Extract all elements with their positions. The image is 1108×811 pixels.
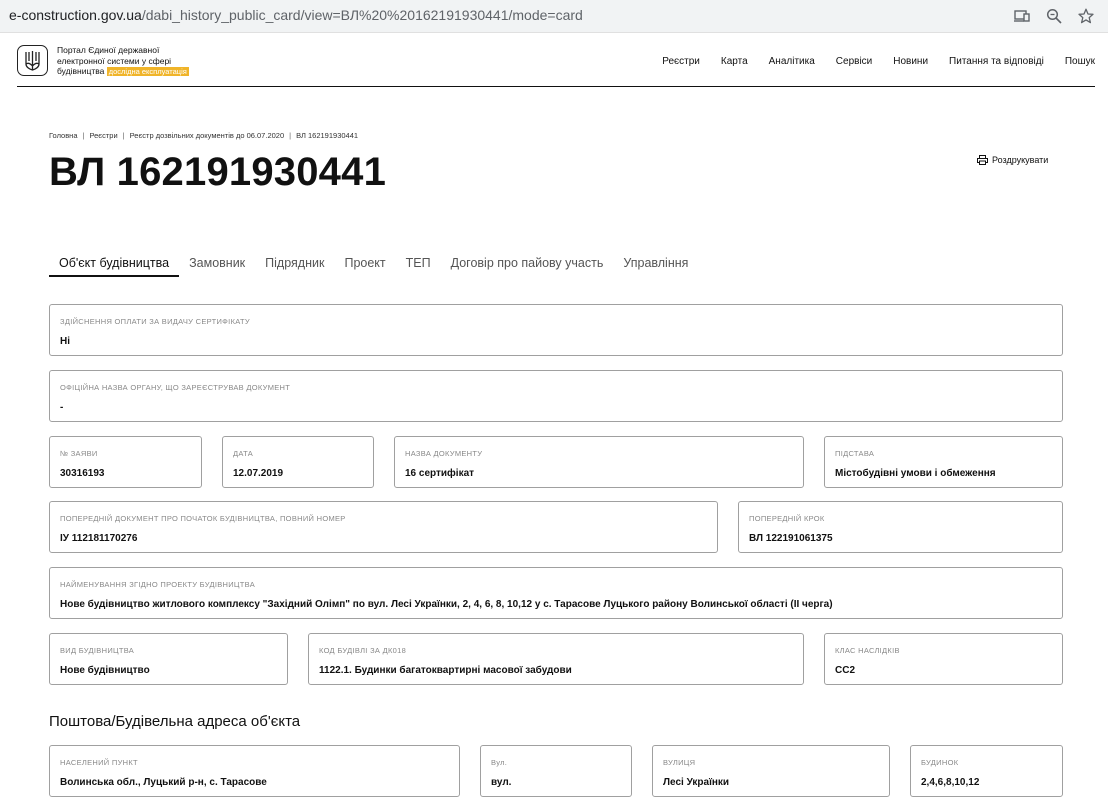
field-street: Вулиця Лесі Українки bbox=[652, 745, 890, 797]
field-label: Вид будівництва bbox=[60, 646, 135, 655]
print-label: Роздрукувати bbox=[992, 155, 1049, 165]
field-value: Ні bbox=[60, 336, 70, 347]
breadcrumb-registry[interactable]: Реєстр дозвільних документів до 06.07.20… bbox=[130, 131, 285, 140]
field-building-code: Код будівлі за ДК018 1122.1. Будинки баг… bbox=[308, 633, 804, 685]
breadcrumb-separator: | bbox=[122, 131, 125, 140]
tab-project[interactable]: Проект bbox=[334, 251, 395, 277]
field-basis: Підстава Містобудівні умови і обмеження bbox=[824, 436, 1063, 488]
field-authority: Офіційна назва органу, що зареєстрував д… bbox=[49, 370, 1063, 422]
browser-address-bar[interactable]: e-construction.gov.ua/dabi_history_publi… bbox=[0, 0, 1108, 33]
nav-news[interactable]: Новини bbox=[893, 56, 928, 67]
field-label: Дата bbox=[233, 449, 254, 458]
field-street-type: Вул. вул. bbox=[480, 745, 632, 797]
install-app-icon[interactable] bbox=[1014, 8, 1030, 24]
tab-tep[interactable]: ТЕП bbox=[396, 251, 441, 277]
nav-services[interactable]: Сервіси bbox=[836, 56, 872, 67]
field-construction-type: Вид будівництва Нове будівництво bbox=[49, 633, 288, 685]
print-button[interactable]: Роздрукувати bbox=[977, 155, 1048, 165]
url-host: e-construction.gov.ua bbox=[9, 7, 142, 23]
nav-map[interactable]: Карта bbox=[721, 56, 748, 67]
page-title: ВЛ 162191930441 bbox=[49, 150, 387, 194]
field-value: 30316193 bbox=[60, 468, 105, 479]
breadcrumb-current: ВЛ 162191930441 bbox=[296, 131, 359, 140]
printer-icon bbox=[977, 155, 988, 165]
nav-faq[interactable]: Питання та відповіді bbox=[949, 56, 1044, 67]
field-label: Офіційна назва органу, що зареєстрував д… bbox=[60, 383, 291, 392]
portal-name-line2: електронної системи у сфері bbox=[57, 55, 172, 66]
field-label: Попередній крок bbox=[749, 514, 825, 523]
beta-badge: дослідна експлуатація bbox=[106, 67, 189, 76]
portal-name[interactable]: Портал Єдиної державної електронної сист… bbox=[57, 45, 217, 78]
field-payment: Здійснення оплати за видачу сертифікату … bbox=[49, 304, 1063, 356]
bookmark-star-icon[interactable] bbox=[1078, 8, 1094, 24]
field-label: Вулиця bbox=[663, 758, 696, 767]
field-previous-document: Попередній документ про початок будівниц… bbox=[49, 501, 718, 553]
field-label: № заяви bbox=[60, 449, 98, 458]
field-label: Код будівлі за ДК018 bbox=[319, 646, 407, 655]
field-label: Попередній документ про початок будівниц… bbox=[60, 514, 346, 523]
field-document-name: Назва документу 16 сертифікат bbox=[394, 436, 804, 488]
tab-bar: Об'єкт будівництва Замовник Підрядник Пр… bbox=[49, 251, 698, 277]
breadcrumb-home[interactable]: Головна bbox=[49, 131, 78, 140]
field-label: Вул. bbox=[491, 758, 508, 767]
main-nav: Реєстри Карта Аналітика Сервіси Новини П… bbox=[641, 56, 1095, 67]
field-label: Здійснення оплати за видачу сертифікату bbox=[60, 317, 250, 326]
tab-customer[interactable]: Замовник bbox=[179, 251, 255, 277]
breadcrumb-separator: | bbox=[82, 131, 85, 140]
portal-name-line3: будівництва bbox=[57, 66, 105, 76]
nav-analytics[interactable]: Аналітика bbox=[769, 56, 815, 67]
coat-of-arms-logo[interactable] bbox=[17, 45, 48, 76]
field-label: Підстава bbox=[835, 449, 875, 458]
zoom-icon[interactable] bbox=[1046, 8, 1062, 24]
field-value: Волинська обл., Луцький р-н, с. Тарасове bbox=[60, 777, 267, 788]
field-value: вул. bbox=[491, 777, 512, 788]
trident-icon bbox=[25, 50, 40, 71]
portal-name-line1: Портал Єдиної державної bbox=[57, 45, 160, 55]
tab-contract[interactable]: Договір про пайову участь bbox=[441, 251, 614, 277]
breadcrumb-registries[interactable]: Реєстри bbox=[89, 131, 117, 140]
field-value: Нове будівництво bbox=[60, 665, 150, 676]
field-consequence-class: Клас наслідків СС2 bbox=[824, 633, 1063, 685]
field-application-number: № заяви 30316193 bbox=[49, 436, 202, 488]
address-section-heading: Поштова/Будівельна адреса об'єкта bbox=[49, 713, 301, 730]
field-value: - bbox=[60, 402, 64, 413]
field-value: 16 сертифікат bbox=[405, 468, 475, 479]
field-label: Будинок bbox=[921, 758, 959, 767]
field-date: Дата 12.07.2019 bbox=[222, 436, 374, 488]
field-label: Назва документу bbox=[405, 449, 483, 458]
field-previous-step: Попередній крок ВЛ 122191061375 bbox=[738, 501, 1063, 553]
field-label: Найменування згідно проекту будівництва bbox=[60, 580, 256, 589]
breadcrumb-separator: | bbox=[289, 131, 292, 140]
nav-search[interactable]: Пошук bbox=[1065, 56, 1095, 67]
url-text[interactable]: e-construction.gov.ua/dabi_history_publi… bbox=[9, 7, 583, 23]
site-header: Портал Єдиної державної електронної сист… bbox=[17, 43, 1095, 87]
field-building-number: Будинок 2,4,6,8,10,12 bbox=[910, 745, 1063, 797]
field-value: СС2 bbox=[835, 665, 856, 676]
field-label: Населений пункт bbox=[60, 758, 138, 767]
tab-contractor[interactable]: Підрядник bbox=[255, 251, 334, 277]
breadcrumb: Головна | Реєстри | Реєстр дозвільних докуме… bbox=[49, 131, 358, 140]
field-value: 12.07.2019 bbox=[233, 468, 284, 479]
field-settlement: Населений пункт Волинська обл., Луцький … bbox=[49, 745, 460, 797]
field-value: ВЛ 122191061375 bbox=[749, 533, 833, 544]
field-value: Лесі Українки bbox=[663, 777, 730, 788]
field-value: Нове будівництво житлового комплексу "За… bbox=[60, 599, 833, 610]
field-value: 2,4,6,8,10,12 bbox=[921, 777, 980, 788]
url-path: /dabi_history_public_card/view=ВЛ%20%201… bbox=[141, 7, 583, 23]
tab-management[interactable]: Управління bbox=[613, 251, 698, 277]
field-value: 1122.1. Будинки багатоквартирні масової … bbox=[319, 665, 572, 676]
field-label: Клас наслідків bbox=[835, 646, 900, 655]
tab-object[interactable]: Об'єкт будівництва bbox=[49, 251, 180, 277]
field-value: Містобудівні умови і обмеження bbox=[835, 468, 996, 479]
field-project-name: Найменування згідно проекту будівництва … bbox=[49, 567, 1063, 619]
field-value: ІУ 112181170276 bbox=[60, 533, 138, 544]
nav-registries[interactable]: Реєстри bbox=[662, 56, 700, 67]
